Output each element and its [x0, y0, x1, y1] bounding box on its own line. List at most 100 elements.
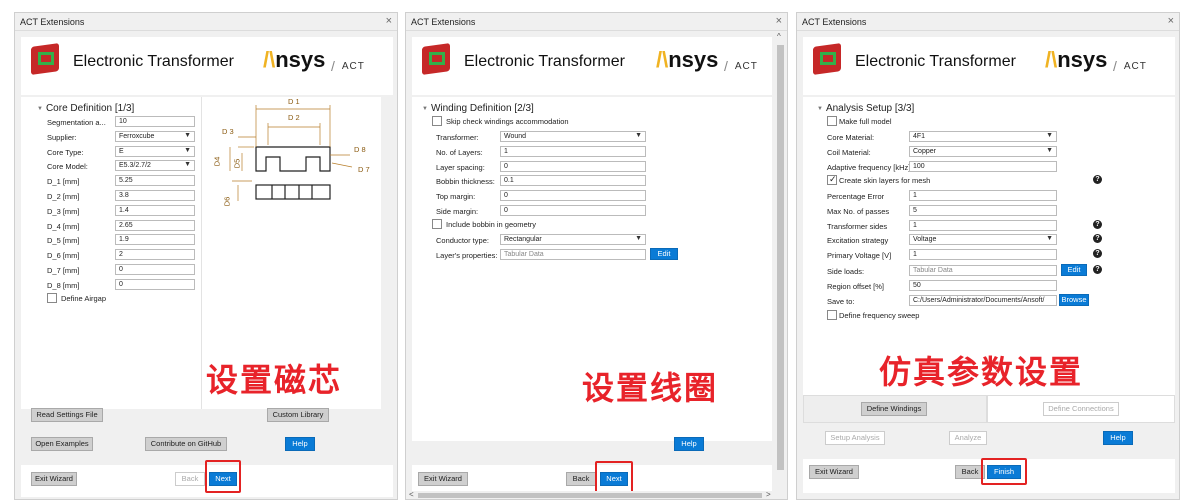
text-input[interactable]: 1 [909, 190, 1057, 201]
text-input[interactable]: 2.65 [115, 219, 195, 231]
window-titlebar: ACT Extensions × [406, 13, 787, 31]
text-input[interactable]: 0 [500, 205, 646, 216]
field-label: D_2 [mm] [47, 192, 80, 201]
field-label: D_7 [mm] [47, 266, 80, 275]
help-icon[interactable]: ? [1093, 175, 1102, 184]
contribute-github-button[interactable]: Contribute on GitHub [145, 437, 227, 451]
dropdown-select[interactable]: 4F1 ▼ [909, 131, 1057, 142]
help-button[interactable]: Help [1103, 431, 1133, 445]
back-button[interactable]: Back [566, 472, 596, 486]
dropdown-select[interactable]: Wound ▼ [500, 131, 646, 142]
text-input[interactable]: 0 [115, 278, 195, 290]
text-input[interactable]: 3.8 [115, 190, 195, 201]
chevron-down-icon[interactable]: ▼ [184, 147, 191, 154]
field-label: Top margin: [436, 192, 476, 202]
dim-label-d1: D 1 [288, 97, 300, 106]
text-input[interactable]: 0 [115, 264, 195, 275]
analyze-button[interactable]: Analyze [949, 431, 987, 445]
chevron-down-icon[interactable]: ▼ [184, 132, 191, 139]
open-examples-button[interactable]: Open Examples [31, 437, 93, 451]
text-input[interactable]: 100 [909, 160, 1057, 172]
close-icon[interactable]: × [1168, 15, 1174, 27]
side-loads-field[interactable]: Tabular Data [909, 265, 1057, 276]
text-input[interactable]: 2 [115, 249, 195, 261]
extension-header: Electronic Transformer /\nsys / ACT [21, 37, 393, 95]
wizard-window-core: ACT Extensions × Electronic Transformer … [14, 12, 398, 500]
conductor-type-select[interactable]: Rectangular ▼ [500, 234, 646, 245]
window-titlebar: ACT Extensions × [15, 13, 397, 31]
chevron-down-icon[interactable]: ▼ [1046, 132, 1053, 139]
browse-button[interactable]: Browse [1059, 294, 1089, 306]
text-input[interactable]: 1.4 [115, 204, 195, 216]
text-input[interactable]: 0 [500, 160, 646, 172]
dim-label-d2: D 2 [288, 113, 300, 122]
wizard-window-winding: ACT Extensions × Electronic Transformer … [405, 12, 788, 500]
dim-label-d4: D4 [212, 156, 222, 167]
caption-simulation-setup: 仿真参数设置 [879, 353, 1084, 391]
define-connections-button[interactable]: Define Connections [1043, 402, 1119, 416]
vertical-scrollbar[interactable]: ^ [776, 32, 785, 489]
help-icon[interactable]: ? [1093, 219, 1102, 229]
chevron-down-icon[interactable]: ▼ [1046, 147, 1053, 154]
exit-wizard-button[interactable]: Exit Wizard [418, 472, 468, 486]
region-offset-field[interactable]: 50 [909, 280, 1057, 291]
read-settings-button[interactable]: Read Settings File [31, 408, 103, 422]
caption-set-core: 设置磁芯 [206, 361, 343, 399]
text-input[interactable]: 1 [500, 145, 646, 157]
help-icon[interactable]: ? [1093, 249, 1102, 259]
scrollbar-thumb[interactable] [777, 45, 784, 470]
scroll-up-icon[interactable]: ^ [777, 32, 781, 41]
dropdown-select[interactable]: Copper ▼ [909, 145, 1057, 157]
section-title: ▼ Winding Definition [2/3] [422, 103, 534, 114]
help-button[interactable]: Help [285, 437, 315, 451]
chevron-down-icon[interactable]: ▼ [184, 161, 191, 168]
help-button[interactable]: Help [674, 437, 704, 451]
exit-wizard-button[interactable]: Exit Wizard [809, 465, 859, 479]
define-airgap-checkbox[interactable] [47, 293, 57, 303]
layer-properties-field[interactable]: Tabular Data [500, 249, 646, 260]
custom-library-button[interactable]: Custom Library [267, 408, 329, 422]
field-label: D_8 [mm] [47, 280, 80, 290]
horizontal-scrollbar[interactable]: < > [406, 490, 776, 499]
text-input[interactable]: 5.25 [115, 175, 195, 187]
side-loads-edit-button[interactable]: Edit [1061, 264, 1087, 276]
text-input[interactable]: 5 [909, 204, 1057, 216]
include-bobbin-checkbox[interactable] [432, 219, 442, 229]
close-icon[interactable]: × [386, 15, 392, 27]
define-frequency-sweep-label: Define frequency sweep [839, 311, 920, 320]
close-icon[interactable]: × [776, 15, 782, 27]
make-full-model-checkbox[interactable] [827, 116, 837, 126]
scroll-right-icon[interactable]: > [766, 490, 771, 499]
skip-check-checkbox[interactable] [432, 116, 442, 126]
setup-analysis-button[interactable]: Setup Analysis [825, 431, 885, 445]
field-label: Core Model: [47, 162, 88, 172]
field-label: Side margin: [436, 207, 479, 216]
chevron-down-icon[interactable]: ▼ [1046, 235, 1053, 242]
help-icon[interactable]: ? [1093, 265, 1102, 274]
text-input[interactable]: 0 [500, 190, 646, 202]
dropdown-select[interactable]: E ▼ [115, 145, 195, 157]
field-label: D_4 [mm] [47, 221, 80, 231]
act-logo: / ACT [724, 58, 758, 74]
scrollbar-thumb[interactable] [418, 493, 762, 498]
field-label: D_5 [mm] [47, 236, 80, 246]
dropdown-select[interactable]: E5.3/2.7/2 ▼ [115, 160, 195, 172]
chevron-down-icon[interactable]: ▼ [635, 132, 642, 139]
define-windings-button[interactable]: Define Windings [861, 402, 927, 416]
exit-wizard-button[interactable]: Exit Wizard [31, 472, 77, 486]
create-skin-layers-checkbox[interactable] [827, 174, 837, 185]
define-frequency-sweep-checkbox[interactable] [827, 310, 837, 320]
layer-properties-edit-button[interactable]: Edit [650, 248, 678, 260]
dropdown-select[interactable]: Ferroxcube ▼ [115, 130, 195, 142]
text-input[interactable]: 1 [909, 219, 1057, 231]
help-icon[interactable]: ? [1093, 234, 1102, 244]
scroll-left-icon[interactable]: < [409, 490, 414, 499]
text-input[interactable]: 0.1 [500, 175, 646, 187]
dropdown-select[interactable]: Voltage ▼ [909, 234, 1057, 246]
text-input[interactable]: 10 [115, 116, 195, 127]
save-to-field[interactable]: C:/Users/Administrator/Documents/Ansoft/ [909, 295, 1057, 306]
back-button[interactable]: Back [175, 472, 205, 486]
text-input[interactable]: 1.9 [115, 234, 195, 246]
text-input[interactable]: 1 [909, 249, 1057, 261]
product-title: Electronic Transformer [464, 53, 625, 70]
